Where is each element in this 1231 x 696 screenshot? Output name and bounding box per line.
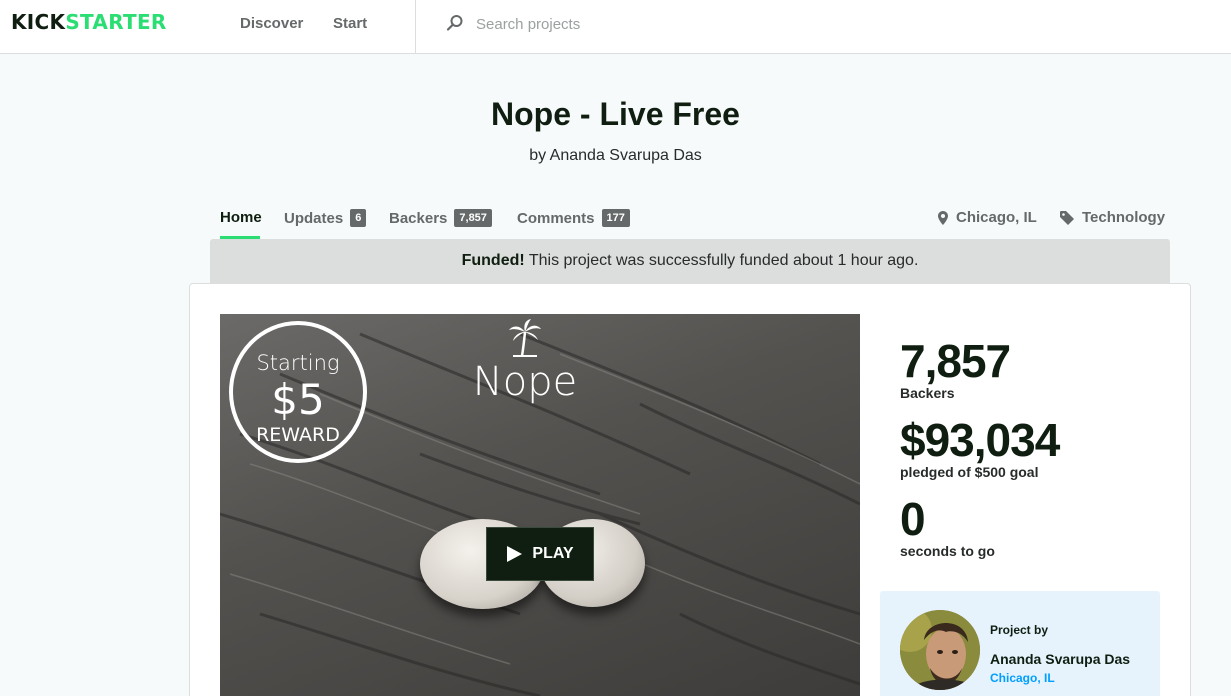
creator-panel: Project by Ananda Svarupa Das Chicago, I… [880, 591, 1160, 696]
nav-divider [415, 0, 416, 54]
backers-label: Backers [900, 385, 955, 401]
tab-updates[interactable]: Updates 6 [284, 209, 367, 227]
nope-brand-text: Nope [472, 359, 578, 405]
pledged-goal-label: pledged of $500 goal [900, 464, 1039, 480]
logo-text-starter: STARTER [65, 10, 167, 34]
top-nav: KICKSTARTER Discover Start [0, 0, 1231, 54]
location-pin-icon [938, 210, 948, 225]
location-link[interactable]: Chicago, IL [938, 209, 1037, 226]
pledged-amount: $93,034 [900, 414, 1060, 466]
category-link[interactable]: Technology [1060, 209, 1165, 226]
category-label: Technology [1082, 209, 1166, 226]
play-video-button[interactable]: PLAY [486, 527, 594, 581]
tab-backers[interactable]: Backers 7,857 [389, 209, 492, 227]
time-remaining-label: seconds to go [900, 543, 995, 559]
funded-message: This project was successfully funded abo… [524, 252, 919, 269]
creator-location-link[interactable]: Chicago, IL [990, 671, 1055, 685]
reward-badge: Starting $5 REWARD [229, 321, 367, 463]
play-icon [507, 546, 523, 562]
location-label: Chicago, IL [956, 209, 1037, 226]
project-title: Nope - Live Free [491, 96, 740, 132]
backers-count: 7,857 [900, 335, 1011, 387]
project-by-label: Project by [990, 623, 1049, 637]
reward-label-text: REWARD [256, 424, 340, 446]
creator-photo-image [900, 610, 980, 690]
palm-tree-icon [509, 319, 541, 357]
tab-comments[interactable]: Comments 177 [517, 209, 630, 227]
tab-backers-label: Backers [389, 209, 448, 227]
search-input[interactable] [476, 13, 776, 35]
tab-comments-label: Comments [517, 209, 595, 227]
play-label: PLAY [532, 545, 574, 562]
search-icon[interactable] [446, 14, 464, 32]
nav-discover-link[interactable]: Discover [240, 15, 303, 32]
tab-updates-label: Updates [284, 209, 344, 227]
comments-count-badge: 177 [601, 209, 630, 227]
tab-home-label: Home [220, 209, 262, 226]
tag-icon [1060, 210, 1074, 225]
logo-text-kick: KICK [11, 10, 66, 34]
project-byline[interactable]: by Ananda Svarupa Das [0, 147, 1231, 165]
funded-banner: Funded! This project was successfully fu… [210, 239, 1170, 283]
kickstarter-logo[interactable]: KICKSTARTER [11, 10, 167, 34]
reward-starting-text: Starting [256, 351, 340, 375]
nav-start-link[interactable]: Start [333, 15, 367, 32]
project-video[interactable]: Starting $5 REWARD Nope PLAY [220, 314, 860, 696]
backers-count-badge: 7,857 [454, 209, 492, 227]
tab-home[interactable]: Home [220, 209, 262, 226]
reward-price-text: $5 [271, 375, 325, 424]
nope-brand-logo: Nope [460, 318, 590, 405]
funded-strong-text: Funded! [461, 252, 525, 269]
creator-avatar[interactable] [900, 610, 980, 690]
updates-count-badge: 6 [350, 209, 367, 227]
creator-name-link[interactable]: Ananda Svarupa Das [990, 651, 1130, 667]
time-remaining-value: 0 [900, 493, 926, 545]
